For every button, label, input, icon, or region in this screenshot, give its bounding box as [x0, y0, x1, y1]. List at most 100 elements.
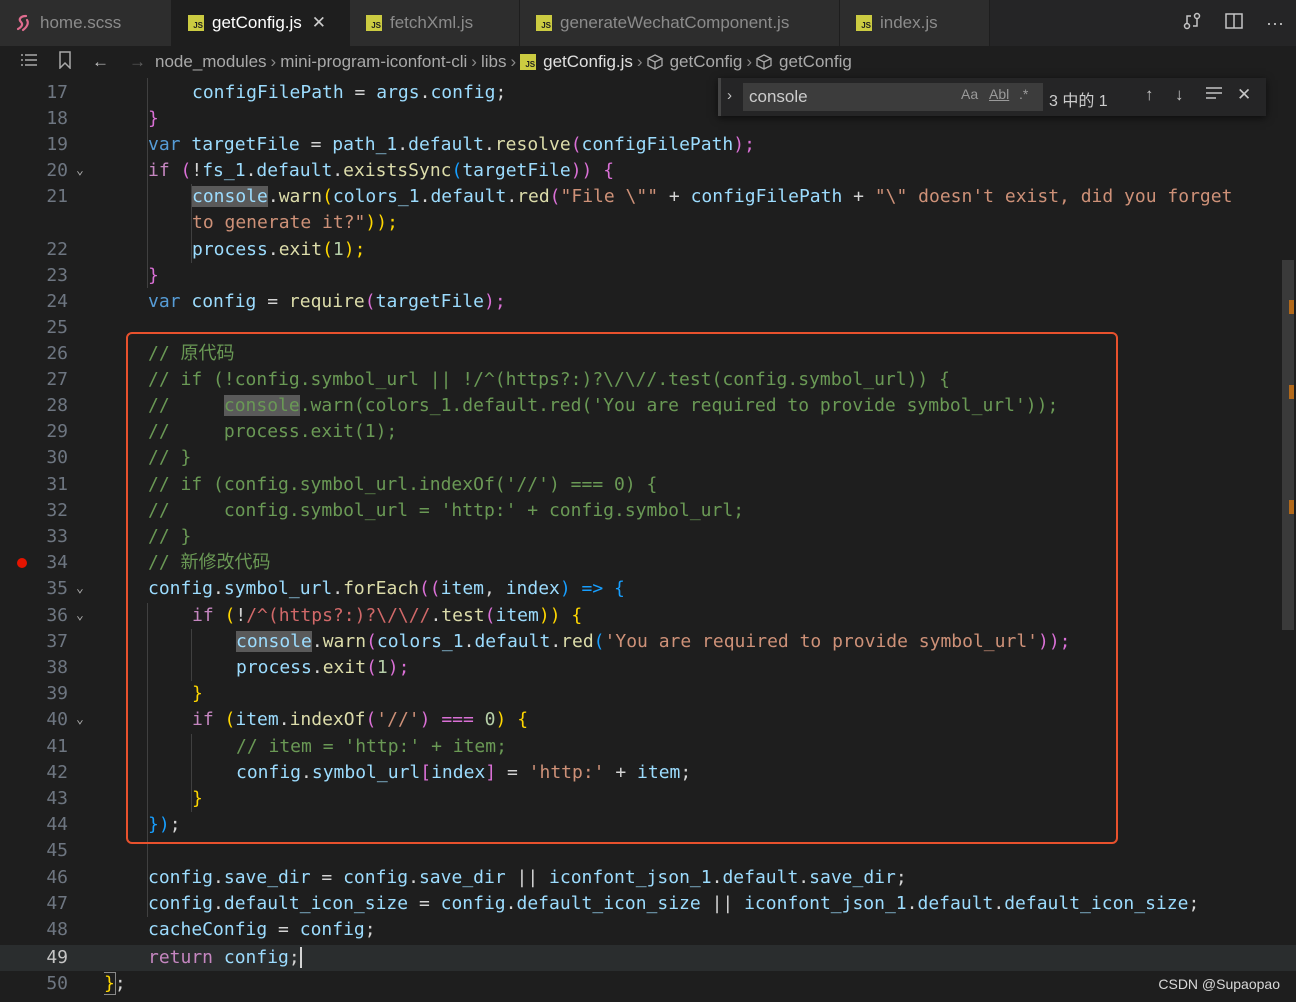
tab-label: home.scss [40, 13, 122, 32]
whole-word-button[interactable]: Abl [989, 86, 1009, 102]
line-number: 35 [46, 578, 68, 599]
breadcrumb-item-mini-program-iconfont-cli[interactable]: mini-program-iconfont-cli [280, 52, 467, 72]
code-line: process.exit(1); [192, 239, 366, 260]
back-arrow-icon[interactable]: ← [92, 52, 109, 72]
line-number: 36 [46, 605, 68, 626]
js-file-icon: JS [856, 15, 872, 31]
line-number: 44 [46, 814, 68, 835]
line-number: 45 [46, 840, 68, 861]
line-number-current: 49 [46, 947, 68, 968]
line-number: 32 [46, 500, 68, 521]
breadcrumb-item-libs[interactable]: libs [481, 52, 507, 72]
cube-symbol-icon [756, 54, 772, 70]
line-number: 38 [46, 657, 68, 678]
tab-fetchxml-js[interactable]: JS fetchXml.js [350, 0, 520, 46]
regex-button[interactable]: .* [1019, 86, 1028, 102]
code-line: console.warn(colors_1.default.red('You a… [236, 631, 1071, 652]
js-file-icon: JS [188, 15, 204, 31]
code-line: if (!fs_1.default.existsSync(targetFile)… [148, 160, 615, 181]
code-comment: // } [148, 447, 192, 468]
tab-index-js[interactable]: JS index.js [840, 0, 990, 46]
fold-chevron-icon[interactable]: ⌄ [76, 707, 84, 733]
tab-home-scss[interactable]: home.scss [0, 0, 172, 46]
code-line: config.save_dir = config.save_dir || ico… [148, 867, 907, 888]
line-number: 19 [46, 134, 68, 155]
line-number: 28 [46, 395, 68, 416]
code-line: console.warn(colors_1.default.red("File … [192, 186, 1233, 207]
bookmark-icon[interactable] [58, 50, 72, 74]
scss-file-icon [16, 14, 32, 32]
code-line: process.exit(1); [236, 657, 410, 678]
editor-actions: ··· [1182, 0, 1284, 46]
code-line: var config = require(targetFile); [148, 291, 506, 312]
arrow-down-icon[interactable]: ↓ [1175, 85, 1184, 105]
code-editor[interactable]: 17 18 19 20 ⌄ 21 22 23 24 25 26 27 28 29… [0, 78, 1296, 1002]
code-line: to generate it?")); [192, 212, 398, 233]
code-line: } [148, 108, 159, 129]
cube-symbol-icon [646, 54, 663, 70]
tab-getconfig-js[interactable]: JS getConfig.js ✕ [172, 0, 350, 46]
tab-label: index.js [880, 13, 938, 32]
line-number: 27 [46, 369, 68, 390]
line-number: 33 [46, 526, 68, 547]
code-line-current: return config; [148, 947, 302, 968]
compare-changes-icon[interactable] [1182, 11, 1202, 35]
list-icon[interactable] [20, 52, 38, 73]
line-number: 47 [46, 893, 68, 914]
match-marker [1289, 500, 1294, 514]
code-comment: // console.warn(colors_1.default.red('Yo… [148, 395, 1059, 416]
code-line: configFilePath = args.config; [192, 82, 507, 103]
line-number: 31 [46, 474, 68, 495]
line-number: 24 [46, 291, 68, 312]
breadcrumb-item-getconfig-symbol[interactable]: getConfig [646, 52, 743, 72]
line-number: 39 [46, 683, 68, 704]
code-line: } [192, 788, 203, 809]
chevron-right-icon: › [636, 52, 643, 71]
line-number: 26 [46, 343, 68, 364]
match-case-button[interactable]: Aa [961, 86, 978, 102]
fold-chevron-icon[interactable]: ⌄ [76, 576, 84, 602]
find-widget: › console Aa Abl .* 3 中的 1 ↑ ↓ ✕ [718, 78, 1266, 116]
forward-arrow-icon[interactable]: → [129, 52, 146, 72]
arrow-up-icon[interactable]: ↑ [1145, 85, 1154, 105]
line-number: 20 [46, 160, 68, 181]
code-line: if (!/^(https?:)?\/\//.test(item)) { [192, 605, 583, 626]
code-line: config.symbol_url[index] = 'http:' + ite… [236, 762, 692, 783]
code-line: }; [104, 972, 126, 995]
chevron-right-icon[interactable]: › [727, 87, 732, 104]
line-number: 21 [46, 186, 68, 207]
match-marker [1289, 385, 1294, 399]
more-actions-icon[interactable]: ··· [1266, 13, 1284, 34]
breadcrumb-item-node-modules[interactable]: node_modules [155, 52, 267, 72]
line-number: 23 [46, 265, 68, 286]
line-number: 30 [46, 447, 68, 468]
code-line: config.default_icon_size = config.defaul… [148, 893, 1200, 914]
line-number: 18 [46, 108, 68, 129]
code-comment: // config.symbol_url = 'http:' + config.… [148, 500, 745, 521]
match-marker [1289, 300, 1294, 314]
breadcrumb-label: getConfig [669, 52, 743, 71]
close-icon[interactable]: ✕ [1237, 85, 1251, 105]
tab-label: getConfig.js [212, 13, 302, 32]
text-cursor [299, 947, 302, 968]
line-number: 43 [46, 788, 68, 809]
tab-generatewechatcomponent-js[interactable]: JS generateWechatComponent.js [520, 0, 840, 46]
code-area[interactable]: configFilePath = args.config; } var targ… [104, 78, 1280, 1002]
line-number: 40 [46, 709, 68, 730]
chevron-right-icon: › [746, 52, 753, 71]
breadcrumb-label: getConfig [779, 52, 852, 71]
fold-chevron-icon[interactable]: ⌄ [76, 158, 84, 184]
line-number: 22 [46, 239, 68, 260]
vertical-scrollbar[interactable] [1282, 260, 1294, 630]
fold-chevron-icon[interactable]: ⌄ [76, 603, 84, 629]
line-number: 50 [46, 973, 68, 994]
chevron-right-icon: › [510, 52, 517, 71]
js-file-icon: JS [366, 15, 382, 31]
find-in-selection-icon[interactable] [1205, 85, 1223, 106]
breadcrumb-item-getconfig-symbol-inner[interactable]: getConfig [756, 52, 852, 72]
line-number: 42 [46, 762, 68, 783]
breadcrumb-item-getconfig-js[interactable]: JS getConfig.js [520, 52, 633, 72]
chevron-right-icon: › [270, 52, 277, 71]
split-editor-icon[interactable] [1224, 11, 1244, 35]
close-icon[interactable]: ✕ [312, 13, 326, 33]
